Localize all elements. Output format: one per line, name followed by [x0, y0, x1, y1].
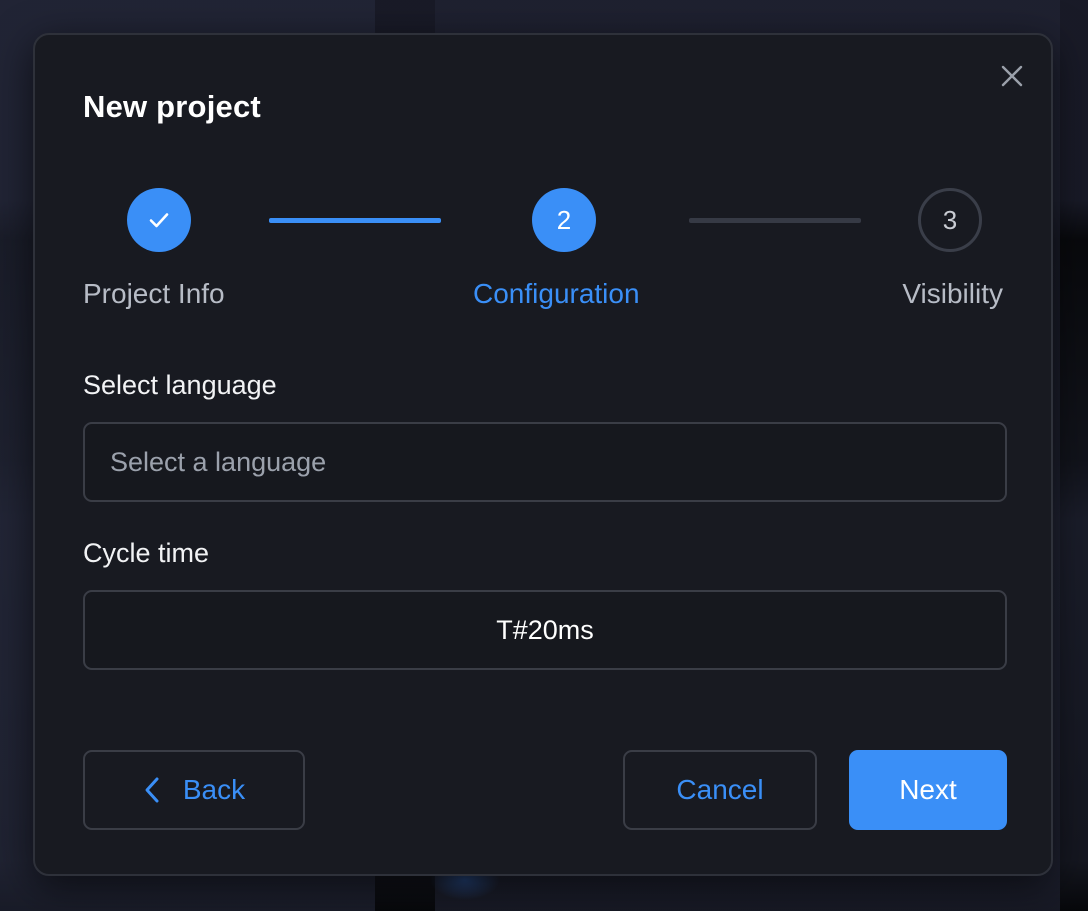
step-2-circle: 2 — [532, 188, 596, 252]
next-button[interactable]: Next — [849, 750, 1007, 830]
step-connector-1 — [269, 218, 441, 223]
back-button[interactable]: Back — [83, 750, 305, 830]
chevron-left-icon — [143, 776, 161, 804]
dialog-title: New project — [83, 89, 261, 124]
cancel-button[interactable]: Cancel — [623, 750, 817, 830]
step-connector-2 — [689, 218, 861, 223]
checkmark-icon — [149, 213, 169, 228]
close-icon — [1001, 65, 1023, 87]
language-select[interactable]: Select a language — [83, 422, 1007, 502]
cycle-time-input[interactable]: T#20ms — [83, 590, 1007, 670]
back-button-label: Back — [182, 774, 246, 805]
step-1-circle — [127, 188, 191, 252]
step-label-configuration: Configuration — [473, 278, 640, 309]
step-label-visibility: Visibility — [902, 278, 1003, 309]
close-button[interactable] — [999, 63, 1025, 89]
cycle-time-label: Cycle time — [83, 538, 210, 568]
new-project-dialog: New project 2 3 Project Info Configurati… — [33, 33, 1053, 876]
language-label: Select language — [83, 370, 277, 400]
language-placeholder: Select a language — [110, 446, 327, 477]
step-3-circle: 3 — [918, 188, 982, 252]
next-button-label: Next — [899, 774, 957, 805]
cycle-time-value: T#20ms — [496, 614, 594, 645]
step-label-project-info: Project Info — [83, 278, 225, 309]
cancel-button-label: Cancel — [676, 774, 764, 805]
